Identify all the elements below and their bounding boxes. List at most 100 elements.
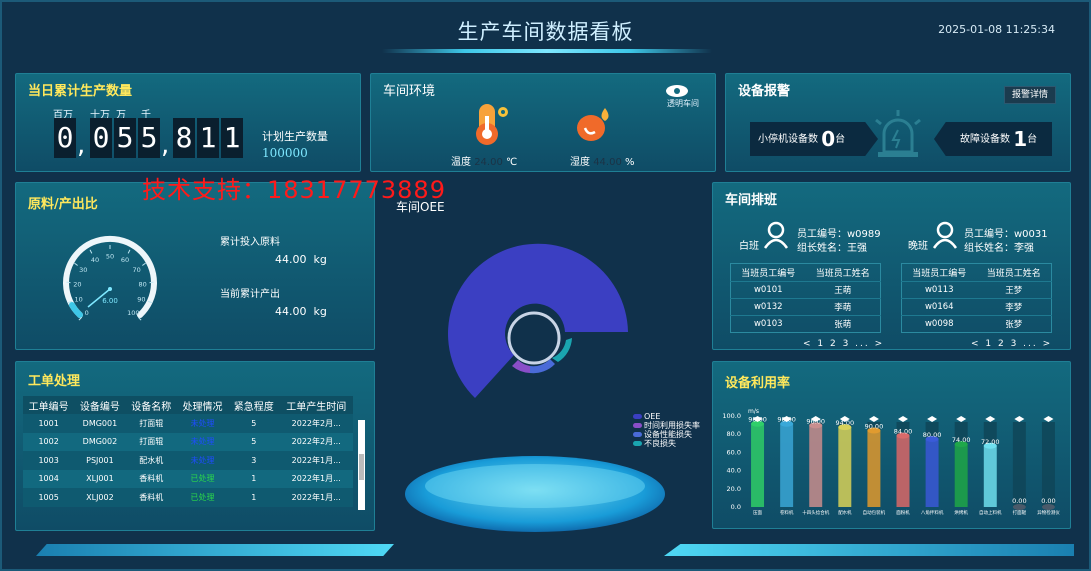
gauge-tick <box>142 262 146 266</box>
bar-top-marker <box>985 416 996 422</box>
bar-track <box>1041 422 1055 507</box>
bar[interactable] <box>780 423 794 507</box>
counter-digit: 8 <box>173 118 195 158</box>
humidity-value: 44.00 <box>593 157 622 168</box>
bar-value-label: 72.00 <box>981 438 1000 446</box>
gauge-tick-label: 20 <box>73 280 81 288</box>
day-pager[interactable]: < 1 2 3 ... > <box>803 339 884 349</box>
humidity-reading: 湿度 44.00 % <box>570 157 635 168</box>
night-emp-no: 员工编号：w0031 <box>964 229 1048 240</box>
bar-top-marker <box>868 416 879 422</box>
night-pager[interactable]: < 1 2 3 ... > <box>971 339 1052 349</box>
table-cell: 1001 <box>23 414 75 433</box>
table-row[interactable]: 1004 XLJ001 香料机 已处理 1 2022年1月... <box>23 469 353 488</box>
gauge-tick <box>127 249 131 254</box>
table-cell: 打面辊 <box>125 432 177 451</box>
table-row[interactable]: 1003 PSJ001 配水机 未处理 3 2022年1月... <box>23 451 353 470</box>
workorder-panel: 工单处理 工单编号 设备编号 设备名称 处理情况 紧急程度 工单产生时间 100… <box>15 361 375 531</box>
counter-comma: , <box>161 130 170 160</box>
table-cell: PSJ001 <box>74 451 126 470</box>
table-cell: 2022年1月... <box>279 488 353 507</box>
bottom-deco-right <box>664 544 1074 556</box>
table-cell: 未处理 <box>176 414 229 433</box>
bar-value-label: 80.00 <box>923 431 942 439</box>
table-cell: w0164 <box>901 298 977 316</box>
bar[interactable] <box>751 423 765 507</box>
table-scrollbar[interactable] <box>358 420 365 510</box>
gauge-tick-label: 0 <box>85 309 89 317</box>
x-tick-label: 面粉机 <box>896 509 910 516</box>
bottom-deco-left <box>36 544 394 556</box>
utilization-title: 设备利用率 <box>725 376 791 391</box>
y-tick-label: 60.0 <box>727 448 741 456</box>
table-cell: 1002 <box>23 432 75 451</box>
x-tick-label: 配水机 <box>838 509 852 516</box>
counter-comma: , <box>77 130 86 160</box>
alarm-detail-button[interactable]: 报警详情 <box>1004 86 1056 104</box>
bar[interactable] <box>896 435 910 507</box>
bar[interactable] <box>809 425 823 507</box>
table-cell: w0103 <box>730 315 806 333</box>
day-leader-icon <box>763 221 789 249</box>
bar[interactable] <box>838 427 852 507</box>
table-cell: 2022年2月... <box>279 414 353 433</box>
table-cell: 张萌 <box>805 315 881 333</box>
table-cell: 1004 <box>23 469 75 488</box>
x-tick-label: 八角拌料机 <box>921 509 944 516</box>
plan-label: 计划生产数量 <box>262 130 328 143</box>
table-row[interactable]: 1001 DMG001 打面辊 未处理 5 2022年2月... <box>23 414 353 433</box>
list-item: w0103 张萌 <box>730 315 881 333</box>
y-tick-label: 40.0 <box>727 467 741 475</box>
bar-value-label: 0.00 <box>1012 497 1026 505</box>
scrollbar-thumb[interactable] <box>359 454 364 480</box>
y-tick-label: 20.0 <box>727 485 741 493</box>
table-row[interactable]: 1002 DMG002 打面辊 未处理 5 2022年2月... <box>23 432 353 451</box>
siren-icon <box>875 110 921 157</box>
bar[interactable] <box>867 430 881 508</box>
col-header: 工单编号 <box>23 396 75 414</box>
eye-icon[interactable] <box>665 84 689 98</box>
gauge-tick-label: 30 <box>79 266 87 274</box>
idle-device-count: 小停机设备数 0台 <box>750 122 878 156</box>
night-leader-icon <box>932 221 958 249</box>
table-cell: 未处理 <box>176 451 229 470</box>
table-cell: 打面辊 <box>125 414 177 433</box>
bar[interactable] <box>954 444 968 507</box>
bar[interactable] <box>983 445 997 507</box>
bar-top-marker <box>898 416 908 422</box>
input-value: 44.00 kg <box>275 253 327 266</box>
bar-value-label: 90.00 <box>865 423 884 431</box>
production-panel: 当日累计生产数量 百万 十万 万 千 0 , 0 5 5 , 8 1 1 计划生… <box>15 73 361 172</box>
x-tick-label: 异物检测仪 <box>1037 509 1060 516</box>
bar-value-label: 0.00 <box>1041 497 1055 505</box>
table-cell: DMG002 <box>74 432 126 451</box>
gauge-value: 6.00 <box>102 297 118 305</box>
bar-track <box>1012 422 1026 507</box>
alarm-panel: 设备报警 报警详情 小停机设备数 0台 故障设备数 1台 <box>725 73 1071 172</box>
table-cell: 1005 <box>23 488 75 507</box>
transparent-workshop-link[interactable]: 透明车间 <box>667 98 699 109</box>
gauge-tick <box>74 262 78 266</box>
shift-title: 车间排班 <box>725 193 778 208</box>
table-cell: 未处理 <box>176 432 229 451</box>
table-row[interactable]: 1005 XLJ002 香料机 已处理 1 2022年1月... <box>23 488 353 507</box>
legend-item: 不良损失 <box>633 439 700 448</box>
table-cell: w0132 <box>730 298 806 316</box>
title-underline <box>382 49 712 53</box>
gauge-tick <box>149 281 154 284</box>
table-cell: 香料机 <box>125 488 177 507</box>
output-label: 当前累计产出 <box>220 289 280 300</box>
table-cell: XLJ002 <box>74 488 126 507</box>
day-shift-table: 当班员工编号 当班员工姓名 w0101 王萌 w0132 李萌 w0103 张萌 <box>730 263 881 333</box>
header: 生产车间数据看板 2025-01-08 11:25:34 <box>0 0 1091 60</box>
bar-value-label: 84.00 <box>894 428 913 436</box>
counter-digit: 0 <box>90 118 112 158</box>
temperature-reading: 温度 24.00 ℃ <box>451 157 518 168</box>
bar[interactable] <box>925 439 939 507</box>
legend-item: 时间利用损失率 <box>633 421 700 430</box>
day-leader: 组长姓名：王强 <box>797 243 867 254</box>
table-cell: 配水机 <box>125 451 177 470</box>
bar-value-label: 96.00 <box>806 417 825 425</box>
counter-digit: 5 <box>114 118 136 158</box>
input-label: 累计投入原料 <box>220 237 280 248</box>
